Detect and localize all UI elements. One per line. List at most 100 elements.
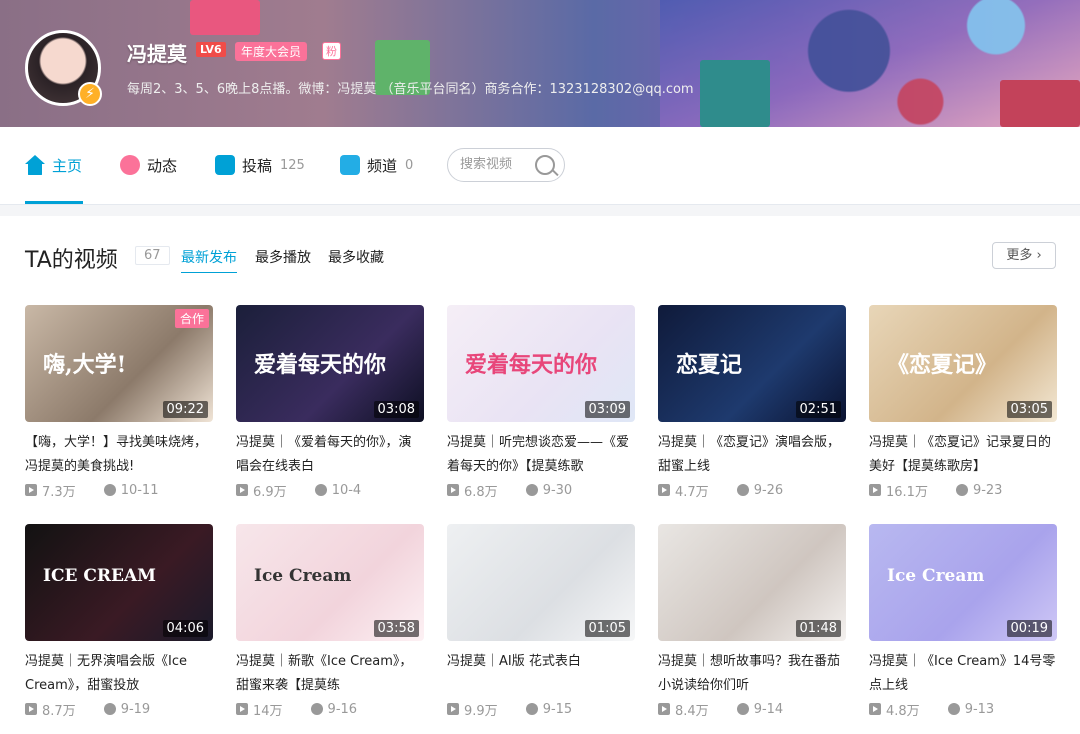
- video-thumbnail[interactable]: 01:48: [658, 524, 846, 641]
- publish-date: 9-23: [972, 482, 1003, 498]
- clock-icon: [525, 703, 538, 715]
- lightning-icon: ⚡: [78, 82, 102, 106]
- play-count-icon: [658, 703, 670, 715]
- clock-icon: [947, 703, 960, 715]
- video-card[interactable]: ICE CREAM 04:06 冯提莫｜无界演唱会版《Ice Cream》，甜蜜…: [25, 524, 213, 720]
- video-meta: 6.9万 10-4: [236, 479, 424, 501]
- video-thumbnail[interactable]: ICE CREAM 04:06: [25, 524, 213, 641]
- video-meta: 4.7万 9-26: [658, 479, 846, 501]
- play-count: 8.4万: [675, 703, 709, 719]
- clock-icon: [955, 484, 968, 496]
- more-label: 更多: [1006, 248, 1033, 263]
- play-count: 14万: [253, 703, 283, 719]
- tab-uploads[interactable]: 投稿 125: [215, 153, 305, 177]
- clock-icon: [736, 484, 749, 496]
- video-card[interactable]: 爱着每天的你 03:09 冯提莫｜听完想谈恋爱——《爱着每天的你》【提莫练歌 6…: [447, 305, 635, 501]
- more-button[interactable]: 更多 ›: [992, 242, 1056, 269]
- publish-date: 9-19: [120, 701, 151, 717]
- video-meta: 16.1万 9-23: [869, 479, 1057, 501]
- video-meta: 8.4万 9-14: [658, 698, 846, 720]
- video-duration: 02:51: [795, 401, 841, 418]
- video-meta: 6.8万 9-30: [447, 479, 635, 501]
- video-card[interactable]: 01:05 冯提莫｜AI版 花式表白 9.9万 9-15: [447, 524, 635, 720]
- tv-icon: [215, 155, 235, 175]
- tab-label: 主页: [52, 156, 83, 175]
- video-title[interactable]: 冯提莫｜想听故事吗？我在番茄小说读给你们听: [658, 650, 846, 698]
- video-card[interactable]: 爱着每天的你 03:08 冯提莫｜《爱着每天的你》，演唱会在线表白 6.9万 1…: [236, 305, 424, 501]
- publish-date: 9-26: [753, 482, 784, 498]
- video-meta: 14万 9-16: [236, 698, 424, 720]
- video-thumbnail[interactable]: 爱着每天的你 03:09: [447, 305, 635, 422]
- thumbnail-caption: ICE CREAM: [43, 566, 156, 586]
- play-count: 4.7万: [675, 484, 709, 500]
- video-title[interactable]: 冯提莫｜新歌《Ice Cream》，甜蜜来袭【提莫练: [236, 650, 424, 698]
- channels-count: 0: [405, 157, 414, 173]
- video-card[interactable]: 01:48 冯提莫｜想听故事吗？我在番茄小说读给你们听 8.4万 9-14: [658, 524, 846, 720]
- video-duration: 09:22: [162, 401, 208, 418]
- play-count-icon: [25, 703, 37, 715]
- sort-latest[interactable]: 最新发布: [181, 247, 237, 267]
- video-title[interactable]: 冯提莫｜《Ice Cream》14号零点上线: [869, 650, 1057, 698]
- video-duration: 03:08: [373, 401, 419, 418]
- search-icon[interactable]: [535, 155, 555, 175]
- user-sign: 每周2、3、5、6晚上8点播。微博：冯提莫 （音乐平台同名）商务合作：13231…: [127, 82, 694, 97]
- play-count-icon: [236, 484, 248, 496]
- video-card[interactable]: Ice Cream 00:19 冯提莫｜《Ice Cream》14号零点上线 4…: [869, 524, 1057, 720]
- clock-icon: [736, 703, 749, 715]
- sort-most-favorited[interactable]: 最多收藏: [328, 247, 384, 267]
- tab-label: 频道: [367, 156, 398, 175]
- fan-badge[interactable]: 粉: [322, 42, 341, 60]
- sort-most-played[interactable]: 最多播放: [255, 247, 311, 267]
- play-count: 6.9万: [253, 484, 287, 500]
- video-thumbnail[interactable]: 《恋夏记》 03:05: [869, 305, 1057, 422]
- thumbnail-caption: 恋夏记: [676, 352, 743, 378]
- video-thumbnail[interactable]: Ice Cream 00:19: [869, 524, 1057, 641]
- video-duration: 00:19: [1006, 620, 1052, 637]
- tab-channels[interactable]: 频道 0: [340, 153, 413, 177]
- video-thumbnail[interactable]: 01:05: [447, 524, 635, 641]
- video-title[interactable]: 冯提莫｜听完想谈恋爱——《爱着每天的你》【提莫练歌: [447, 431, 635, 479]
- video-card[interactable]: Ice Cream 03:58 冯提莫｜新歌《Ice Cream》，甜蜜来袭【提…: [236, 524, 424, 720]
- tab-dynamic[interactable]: 动态: [120, 153, 177, 177]
- play-count-icon: [658, 484, 670, 496]
- username: 冯提莫: [127, 42, 187, 66]
- video-meta: 4.8万 9-13: [869, 698, 1057, 720]
- video-title[interactable]: 冯提莫｜《爱着每天的你》，演唱会在线表白: [236, 431, 424, 479]
- video-thumbnail[interactable]: 恋夏记 02:51: [658, 305, 846, 422]
- coop-tag: 合作: [174, 309, 209, 328]
- video-thumbnail[interactable]: 嗨,大学! 合作 09:22: [25, 305, 213, 422]
- level-badge: LV6: [196, 42, 226, 57]
- video-duration: 04:06: [162, 620, 208, 637]
- publish-date: 9-15: [542, 701, 573, 717]
- tab-home[interactable]: 主页: [25, 153, 82, 177]
- video-duration: 01:48: [795, 620, 841, 637]
- video-meta: 8.7万 9-19: [25, 698, 213, 720]
- video-duration: 03:09: [584, 401, 630, 418]
- video-title[interactable]: 冯提莫｜《恋夏记》记录夏日的美好【提莫练歌房】: [869, 431, 1057, 479]
- video-card[interactable]: 嗨,大学! 合作 09:22 【嗨，大学！】寻找美味烧烤，冯提莫的美食挑战! 7…: [25, 305, 213, 501]
- clock-icon: [103, 484, 116, 496]
- play-count-icon: [25, 484, 37, 496]
- video-card[interactable]: 恋夏记 02:51 冯提莫｜《恋夏记》演唱会版，甜蜜上线 4.7万 9-26: [658, 305, 846, 501]
- active-sort-indicator: [181, 272, 237, 273]
- play-count: 9.9万: [464, 703, 498, 719]
- banner-gift-decoration: [700, 60, 770, 127]
- play-count: 4.8万: [886, 703, 920, 719]
- publish-date: 10-4: [331, 482, 362, 498]
- thumbnail-caption: 《恋夏记》: [887, 352, 998, 378]
- play-count-icon: [869, 484, 881, 496]
- video-thumbnail[interactable]: Ice Cream 03:58: [236, 524, 424, 641]
- video-title[interactable]: 【嗨，大学！】寻找美味烧烤，冯提莫的美食挑战!: [25, 431, 213, 479]
- play-count: 7.3万: [42, 484, 76, 500]
- active-tab-indicator: [25, 201, 83, 204]
- video-title[interactable]: 冯提莫｜AI版 花式表白: [447, 650, 635, 698]
- video-duration: 03:05: [1006, 401, 1052, 418]
- video-card[interactable]: 《恋夏记》 03:05 冯提莫｜《恋夏记》记录夏日的美好【提莫练歌房】 16.1…: [869, 305, 1057, 501]
- video-title[interactable]: 冯提莫｜《恋夏记》演唱会版，甜蜜上线: [658, 431, 846, 479]
- vip-badge[interactable]: 年度大会员: [235, 42, 308, 61]
- video-duration: 01:05: [584, 620, 630, 637]
- video-thumbnail[interactable]: 爱着每天的你 03:08: [236, 305, 424, 422]
- video-meta: 7.3万 10-11: [25, 479, 213, 501]
- video-title[interactable]: 冯提莫｜无界演唱会版《Ice Cream》，甜蜜投放: [25, 650, 213, 698]
- home-icon: [25, 155, 45, 175]
